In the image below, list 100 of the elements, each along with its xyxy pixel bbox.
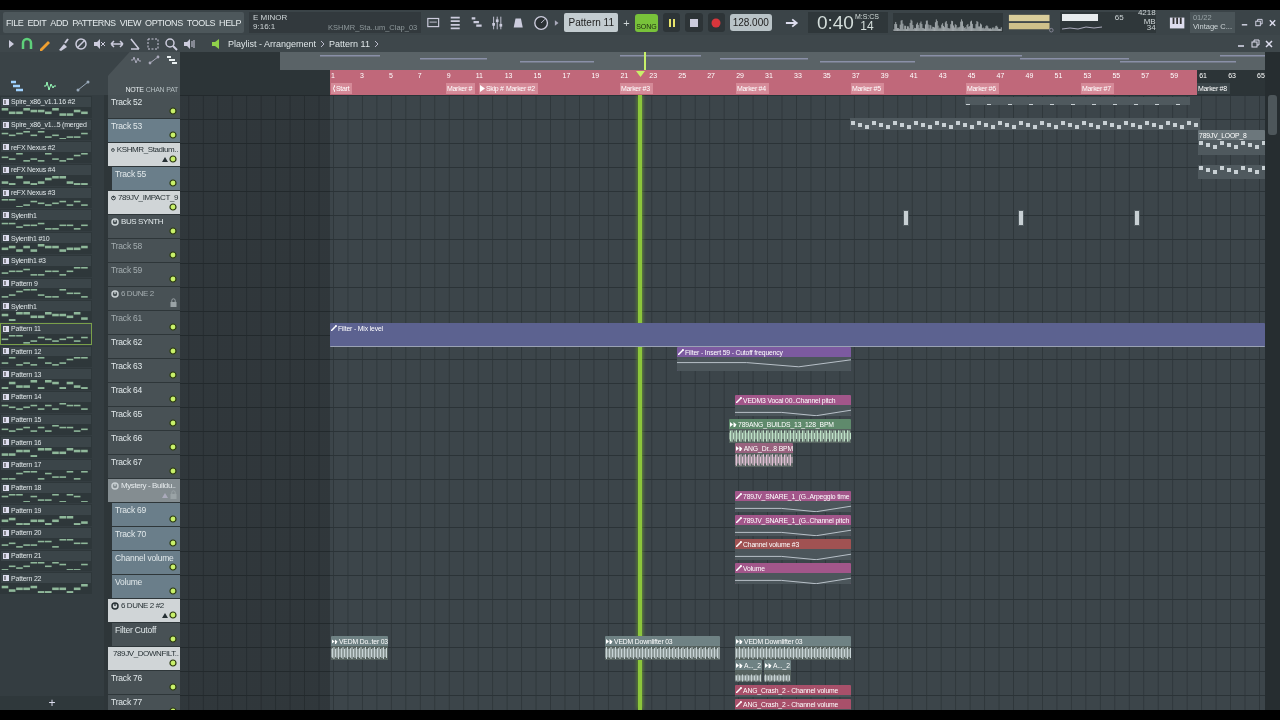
- pattern-clip[interactable]: [903, 210, 909, 226]
- pattern-clip[interactable]: [1198, 165, 1265, 179]
- track-header[interactable]: Track 61: [108, 311, 180, 335]
- pattern-clip[interactable]: [1018, 210, 1024, 226]
- track-header[interactable]: Track 58: [108, 239, 180, 263]
- track-header[interactable]: Track 53: [108, 119, 180, 143]
- restore-icon[interactable]: [1250, 38, 1260, 49]
- add-pattern-button[interactable]: +: [623, 16, 630, 29]
- power-icon[interactable]: [111, 602, 119, 610]
- track-enabled-icon[interactable]: [169, 275, 177, 283]
- track-enabled-icon[interactable]: [169, 467, 177, 475]
- track-header[interactable]: 6 DUNE 2 #2: [108, 599, 180, 623]
- track-enabled-icon[interactable]: [169, 203, 177, 211]
- track-enabled-icon[interactable]: [169, 371, 177, 379]
- collapse-arrow-icon[interactable]: [162, 157, 168, 162]
- brush-icon[interactable]: [56, 36, 70, 51]
- track-header[interactable]: Channel volume: [112, 551, 180, 575]
- timeline-ruler[interactable]: [330, 70, 1197, 95]
- track-enabled-icon[interactable]: [169, 179, 177, 187]
- lock-icon[interactable]: [170, 298, 177, 307]
- track-header[interactable]: BUS SYNTH: [108, 215, 180, 239]
- track-enabled-icon[interactable]: [169, 251, 177, 259]
- zoom-icon[interactable]: [164, 36, 178, 51]
- menu-item[interactable]: HELP: [219, 17, 242, 28]
- close-icon[interactable]: [1268, 17, 1278, 28]
- play-arrow-icon[interactable]: [553, 18, 560, 27]
- power-icon[interactable]: [111, 194, 116, 202]
- track-name: Track 52: [111, 97, 143, 107]
- close-icon[interactable]: [1264, 38, 1274, 49]
- menu-item[interactable]: ADD: [50, 17, 69, 28]
- track-header[interactable]: Track 62: [108, 335, 180, 359]
- collapse-arrow-icon[interactable]: [162, 613, 168, 618]
- track-header[interactable]: Track 67: [108, 455, 180, 479]
- track-header[interactable]: Track 65: [108, 407, 180, 431]
- track-header[interactable]: Track 77: [108, 695, 180, 710]
- waveform-icon[interactable]: [130, 55, 142, 65]
- track-enabled-icon[interactable]: [169, 683, 177, 691]
- track-header[interactable]: Track 64: [108, 383, 180, 407]
- track-header[interactable]: Track 69: [112, 503, 180, 527]
- track-enabled-icon[interactable]: [169, 443, 177, 451]
- track-enabled-icon[interactable]: [169, 635, 177, 643]
- mute-icon[interactable]: [74, 36, 88, 51]
- restore-icon[interactable]: [1254, 17, 1264, 28]
- automation-icon: [736, 493, 742, 499]
- menu-item[interactable]: TOOLS: [186, 17, 216, 28]
- breadcrumb-link[interactable]: Pattern 11: [329, 38, 370, 49]
- automation-icon: [736, 701, 742, 707]
- tempo-field[interactable]: 128.000: [729, 14, 772, 31]
- track-header[interactable]: Track 59: [108, 263, 180, 287]
- scrollbar-thumb[interactable]: [1268, 95, 1277, 135]
- arrow-right-icon[interactable]: [784, 16, 800, 29]
- track-enabled-icon[interactable]: [169, 395, 177, 403]
- piano-icon[interactable]: [1168, 15, 1185, 30]
- track-enabled-icon[interactable]: [169, 107, 177, 115]
- add-pattern-button[interactable]: +: [0, 696, 104, 710]
- track-header[interactable]: Filter Cutoff: [112, 623, 180, 647]
- pattern-clip[interactable]: [965, 97, 1190, 105]
- track-enabled-icon[interactable]: [169, 227, 177, 235]
- track-header[interactable]: 789JV_IMPACT_9: [108, 191, 180, 215]
- pattern-icon: [3, 416, 9, 423]
- knob-icon[interactable]: [532, 13, 549, 32]
- track-header[interactable]: KSHMR_Stadium..: [108, 143, 180, 167]
- track-header[interactable]: Volume: [112, 575, 180, 599]
- pause-button[interactable]: [663, 13, 681, 32]
- stop-button[interactable]: [685, 13, 703, 32]
- track-enabled-icon[interactable]: [169, 515, 177, 523]
- track-enabled-icon[interactable]: [169, 323, 177, 331]
- menu-item[interactable]: FILE: [6, 17, 24, 28]
- menu-item[interactable]: VIEW: [119, 17, 142, 28]
- pattern-clip[interactable]: [1134, 210, 1140, 226]
- track-enabled-icon[interactable]: [169, 587, 177, 595]
- track-header[interactable]: Track 52: [108, 95, 180, 119]
- slice-icon[interactable]: [128, 36, 142, 51]
- track-header[interactable]: Track 70: [112, 527, 180, 551]
- breadcrumb-link[interactable]: Playlist - Arrangement: [228, 38, 317, 49]
- track-enabled-icon[interactable]: [169, 563, 177, 571]
- track-header[interactable]: Track 55: [112, 167, 180, 191]
- track-name: Track 61: [111, 313, 143, 323]
- track-header[interactable]: Track 76: [108, 671, 180, 695]
- menu-item[interactable]: OPTIONS: [145, 17, 183, 28]
- track-header[interactable]: Track 63: [108, 359, 180, 383]
- piano-roll-icon[interactable]: [9, 80, 24, 92]
- automation-icon: [331, 325, 337, 331]
- track-enabled-icon[interactable]: [169, 347, 177, 355]
- select-icon[interactable]: [146, 36, 160, 51]
- magnet-icon[interactable]: [20, 36, 34, 51]
- track-name: Track 67: [111, 457, 143, 467]
- menu-item[interactable]: EDIT: [27, 17, 47, 28]
- track-header[interactable]: Track 66: [108, 431, 180, 455]
- track-header[interactable]: 6 DUNE 2: [108, 287, 180, 311]
- track-name: 789JV_DOWNFILT..: [113, 649, 179, 658]
- automation-icon[interactable]: [148, 55, 160, 65]
- track-enabled-icon[interactable]: [169, 131, 177, 139]
- track-header[interactable]: 789JV_DOWNFILT..: [108, 647, 180, 671]
- automation-icon[interactable]: [76, 80, 91, 92]
- menu-item[interactable]: PATTERNS: [72, 17, 116, 28]
- track-enabled-icon[interactable]: [169, 419, 177, 427]
- pattern-selector[interactable]: Pattern 11: [564, 13, 619, 32]
- track-enabled-icon[interactable]: [169, 659, 177, 667]
- track-enabled-icon[interactable]: [169, 539, 177, 547]
